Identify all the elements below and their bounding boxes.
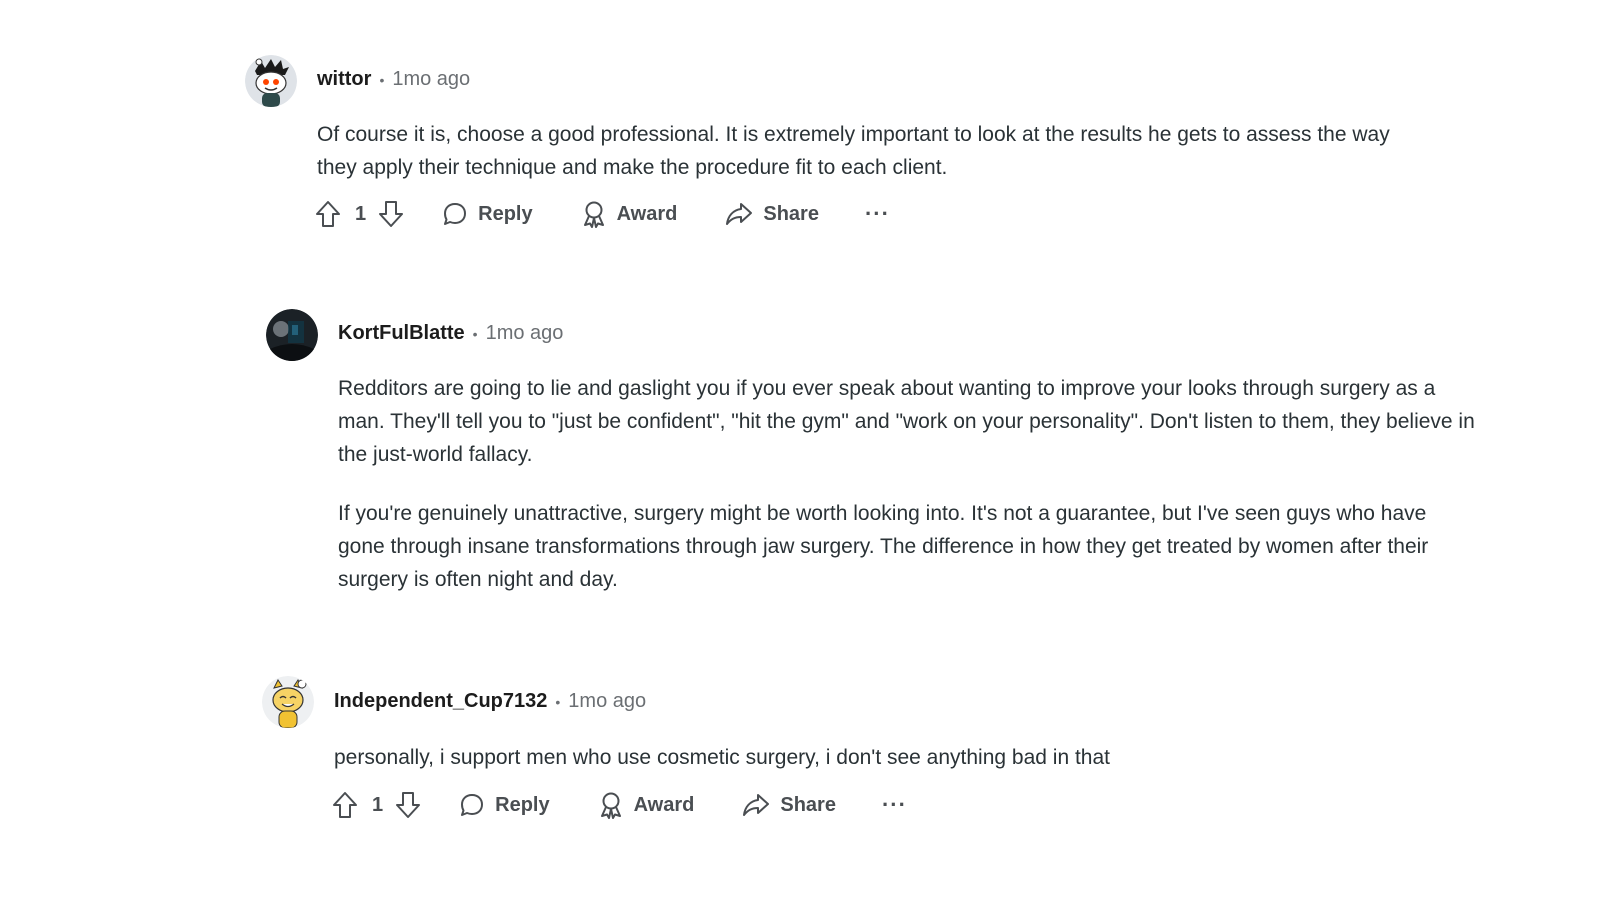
comment-body: Redditors are going to lie and gaslight … bbox=[338, 372, 1478, 596]
avatar[interactable] bbox=[245, 55, 297, 107]
upvote-arrow-icon bbox=[333, 792, 357, 818]
speech-bubble-icon bbox=[461, 794, 484, 816]
timestamp[interactable]: 1mo ago bbox=[486, 322, 564, 345]
downvote-arrow-icon bbox=[396, 792, 421, 818]
username[interactable]: KortFulBlatte bbox=[338, 322, 465, 345]
comment-meta: wittor • 1mo ago bbox=[317, 68, 470, 91]
share-button[interactable]: Share bbox=[742, 792, 836, 818]
award-ribbon-icon bbox=[600, 792, 621, 819]
award-button[interactable]: Award bbox=[581, 200, 678, 228]
comment-paragraph: Of course it is, choose a good professio… bbox=[317, 123, 1390, 179]
comment-body: Of course it is, choose a good professio… bbox=[317, 118, 1427, 184]
upvote-button[interactable] bbox=[315, 200, 341, 228]
reply-button[interactable]: Reply bbox=[442, 201, 533, 227]
more-dots-icon[interactable]: ··· bbox=[865, 203, 890, 225]
downvote-button[interactable] bbox=[378, 200, 404, 228]
separator-dot: • bbox=[379, 71, 385, 88]
comment-paragraph: If you're genuinely unattractive, surger… bbox=[338, 502, 1429, 591]
vote-count: 1 bbox=[355, 202, 367, 225]
share-label: Share bbox=[763, 202, 819, 225]
vote-count: 1 bbox=[372, 793, 384, 816]
reply-label: Reply bbox=[478, 202, 533, 225]
reply-label: Reply bbox=[495, 793, 550, 816]
share-label: Share bbox=[780, 793, 836, 816]
downvote-arrow-icon bbox=[379, 201, 404, 227]
comment-actions: 1 Reply Award Share ··· bbox=[315, 200, 890, 228]
comment-meta: KortFulBlatte • 1mo ago bbox=[338, 322, 563, 345]
comment-paragraph: personally, i support men who use cosmet… bbox=[334, 746, 1110, 769]
username[interactable]: wittor bbox=[317, 68, 371, 91]
username[interactable]: Independent_Cup7132 bbox=[334, 690, 547, 713]
speech-bubble-icon bbox=[444, 203, 467, 225]
reply-button[interactable]: Reply bbox=[459, 792, 550, 818]
upvote-arrow-icon bbox=[316, 201, 340, 227]
downvote-button[interactable] bbox=[395, 791, 421, 819]
comment-meta: Independent_Cup7132 • 1mo ago bbox=[334, 690, 646, 713]
award-button[interactable]: Award bbox=[598, 791, 695, 819]
separator-dot: • bbox=[472, 325, 478, 342]
avatar[interactable] bbox=[262, 676, 314, 728]
separator-dot: • bbox=[555, 693, 561, 710]
timestamp[interactable]: 1mo ago bbox=[568, 690, 646, 713]
share-arrow-icon bbox=[726, 203, 753, 225]
share-button[interactable]: Share bbox=[725, 201, 819, 227]
award-label: Award bbox=[616, 202, 678, 225]
avatar[interactable] bbox=[266, 309, 318, 361]
comment-paragraph: Redditors are going to lie and gaslight … bbox=[338, 377, 1475, 466]
comment-body: personally, i support men who use cosmet… bbox=[334, 741, 1444, 774]
more-dots-icon[interactable]: ··· bbox=[882, 794, 907, 816]
award-label: Award bbox=[633, 793, 695, 816]
share-arrow-icon bbox=[743, 794, 770, 816]
comment-actions: 1 Reply Award Share ··· bbox=[332, 791, 907, 819]
award-ribbon-icon bbox=[583, 201, 604, 228]
upvote-button[interactable] bbox=[332, 791, 358, 819]
timestamp[interactable]: 1mo ago bbox=[392, 68, 470, 91]
